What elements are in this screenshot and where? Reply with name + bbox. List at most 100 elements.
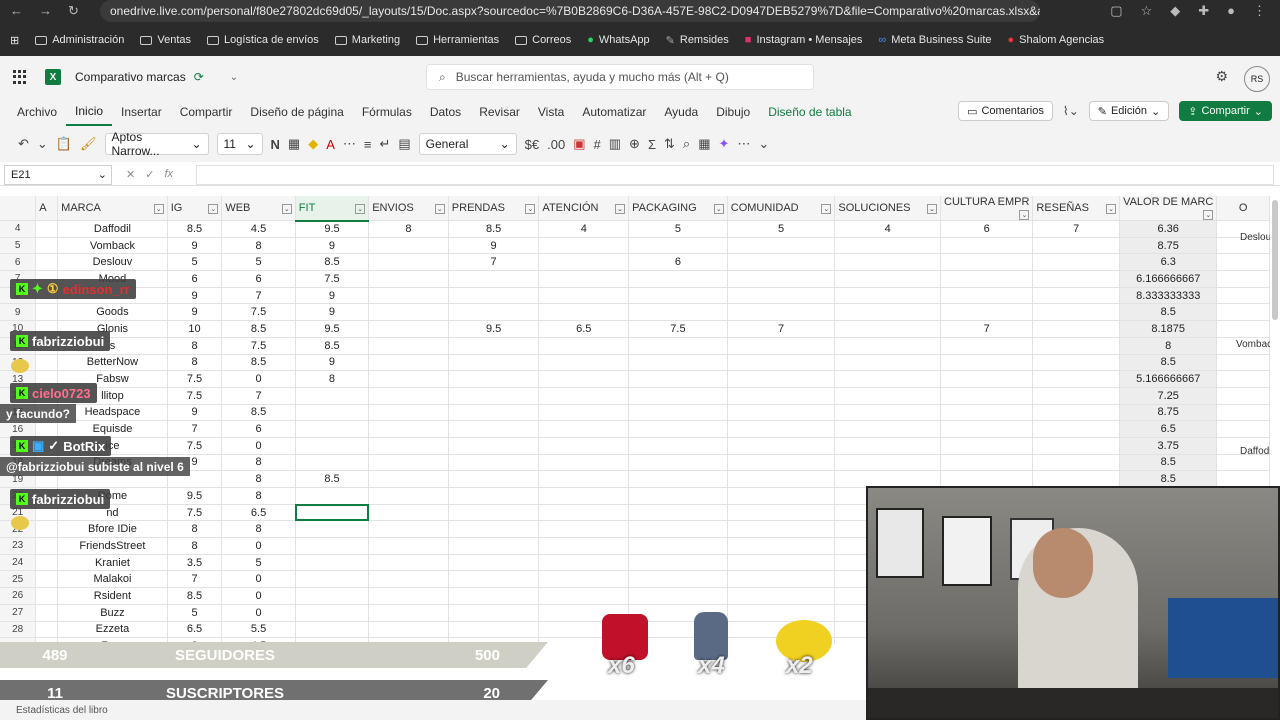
table-cell[interactable]: [538, 554, 630, 572]
table-cell[interactable]: [448, 270, 540, 288]
chevron-down-icon[interactable]: ⌄: [37, 136, 48, 152]
table-cell[interactable]: [448, 504, 540, 522]
table-cell[interactable]: [368, 420, 449, 438]
table-cell[interactable]: 8.5: [167, 220, 223, 238]
back-icon[interactable]: ←: [10, 3, 23, 19]
table-cell[interactable]: [295, 454, 370, 472]
table-format-icon[interactable]: #: [594, 137, 601, 152]
table-cell[interactable]: [628, 570, 728, 589]
table-cell[interactable]: [940, 354, 1034, 372]
filter-icon[interactable]: ⌄: [434, 204, 445, 214]
table-cell[interactable]: [940, 470, 1034, 488]
table-cell[interactable]: [368, 621, 449, 639]
table-cell[interactable]: [448, 520, 540, 539]
table-cell[interactable]: 9: [295, 237, 370, 255]
table-cell[interactable]: [35, 420, 59, 438]
table-cell[interactable]: [448, 354, 540, 372]
table-cell[interactable]: 7.5: [628, 320, 728, 338]
table-cell[interactable]: [538, 237, 630, 255]
font-size-select[interactable]: 11 ⌄: [216, 133, 263, 155]
col-header-resenas[interactable]: RESEÑAS ⌄: [1032, 196, 1121, 221]
star-icon[interactable]: ☆: [1141, 3, 1153, 19]
table-cell[interactable]: [940, 387, 1034, 405]
filter-icon[interactable]: ⌄: [208, 204, 219, 214]
tab-diseno-pagina[interactable]: Diseño de página: [241, 98, 352, 126]
table-cell[interactable]: [834, 437, 942, 455]
table-cell[interactable]: [727, 370, 836, 388]
cancel-icon[interactable]: ✕: [126, 168, 135, 181]
tab-ayuda[interactable]: Ayuda: [655, 98, 707, 126]
table-cell[interactable]: Daffodil: [57, 220, 168, 238]
table-cell[interactable]: [448, 621, 540, 639]
font-color-icon[interactable]: A: [326, 137, 335, 152]
col-o-header[interactable]: O: [1216, 196, 1270, 221]
table-cell[interactable]: [628, 437, 728, 455]
filter-icon[interactable]: ⌄: [821, 204, 832, 214]
table-cell[interactable]: 6.36: [1119, 220, 1218, 238]
table-cell[interactable]: FriendsStreet: [57, 537, 168, 555]
table-cell[interactable]: 9: [448, 237, 540, 255]
filter-icon[interactable]: ⌄: [1019, 210, 1030, 220]
table-cell[interactable]: [940, 454, 1034, 472]
collapse-ribbon-icon[interactable]: ⌄: [758, 136, 769, 152]
table-cell[interactable]: [538, 253, 630, 272]
table-cell[interactable]: Equisde: [57, 420, 168, 438]
row-number[interactable]: 27: [0, 604, 37, 622]
table-cell[interactable]: 4: [538, 220, 630, 238]
table-cell[interactable]: [448, 437, 540, 455]
table-cell[interactable]: 5: [221, 253, 296, 272]
table-cell[interactable]: 7.25: [1119, 387, 1218, 405]
table-cell[interactable]: [1216, 303, 1270, 322]
table-cell[interactable]: 4.5: [221, 220, 296, 238]
table-cell[interactable]: [834, 404, 942, 422]
table-cell[interactable]: [727, 253, 836, 272]
table-cell[interactable]: [448, 420, 540, 438]
conditional-format-icon[interactable]: ▣: [573, 136, 585, 152]
table-cell[interactable]: [295, 420, 370, 438]
workbook-statistics[interactable]: Estadísticas del libro: [16, 705, 108, 716]
number-format-select[interactable]: General ⌄: [418, 133, 517, 155]
table-cell[interactable]: 0: [221, 604, 296, 622]
table-cell[interactable]: 6.166666667: [1119, 270, 1218, 288]
table-cell[interactable]: [727, 387, 836, 405]
table-cell[interactable]: [1032, 337, 1121, 355]
table-cell[interactable]: [727, 287, 836, 305]
check-icon[interactable]: ✓: [145, 168, 154, 181]
table-cell[interactable]: 5: [628, 220, 728, 238]
table-cell[interactable]: 9: [295, 303, 370, 322]
table-cell[interactable]: [448, 387, 540, 405]
table-cell[interactable]: 6: [167, 270, 223, 288]
table-cell[interactable]: [35, 237, 59, 255]
row-number[interactable]: 9: [0, 303, 37, 322]
table-cell[interactable]: [628, 470, 728, 488]
table-cell[interactable]: [368, 237, 449, 255]
table-cell[interactable]: [1216, 320, 1270, 338]
table-cell[interactable]: 7.5: [221, 337, 296, 355]
table-cell[interactable]: 9: [167, 404, 223, 422]
name-box[interactable]: E21 ⌄: [4, 164, 112, 185]
table-cell[interactable]: [727, 303, 836, 322]
row-number[interactable]: 25: [0, 570, 37, 589]
table-cell[interactable]: [834, 387, 942, 405]
col-header-ig[interactable]: IG ⌄: [167, 196, 223, 221]
tab-diseno-tabla[interactable]: Diseño de tabla: [759, 98, 860, 126]
table-cell[interactable]: [295, 570, 370, 589]
table-cell[interactable]: [448, 587, 540, 605]
bookmark-item[interactable]: Correos: [507, 34, 579, 46]
table-cell[interactable]: [727, 470, 836, 488]
table-cell[interactable]: [1032, 253, 1121, 272]
tab-compartir[interactable]: Compartir: [171, 98, 242, 126]
col-header-soluciones[interactable]: SOLUCIONES ⌄: [834, 196, 942, 221]
table-cell[interactable]: [538, 337, 630, 355]
table-cell[interactable]: 8: [221, 237, 296, 255]
table-cell[interactable]: [35, 354, 59, 372]
table-cell[interactable]: [940, 270, 1034, 288]
table-cell[interactable]: [727, 237, 836, 255]
chevron-down-icon[interactable]: ⌄: [230, 72, 238, 83]
col-header-comunidad[interactable]: COMUNIDAD ⌄: [727, 196, 836, 221]
more-icon[interactable]: ⋯: [343, 136, 356, 152]
table-cell[interactable]: [538, 354, 630, 372]
table-cell[interactable]: [1032, 420, 1121, 438]
table-cell[interactable]: [448, 554, 540, 572]
row-number[interactable]: 16: [0, 420, 37, 438]
